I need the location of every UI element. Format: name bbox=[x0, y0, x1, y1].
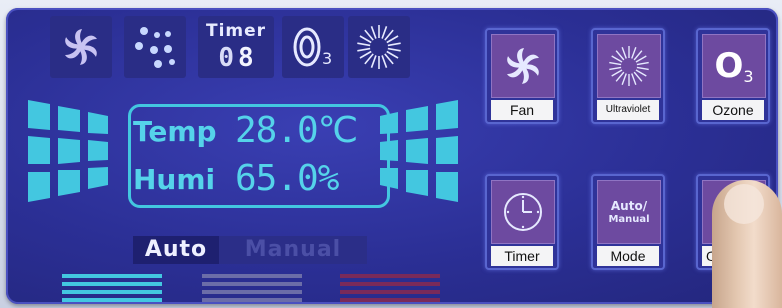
ozone-indicator: 3 bbox=[282, 16, 344, 78]
ultraviolet-button-label: Ultraviolet bbox=[597, 100, 659, 120]
level-bar bbox=[202, 282, 302, 286]
level-bar bbox=[202, 274, 302, 278]
level-bar bbox=[340, 298, 440, 302]
ultraviolet-icon bbox=[609, 46, 649, 86]
level-bar bbox=[62, 282, 162, 286]
fan-indicator bbox=[50, 16, 112, 78]
mode-face-line2: Manual bbox=[608, 213, 650, 225]
ultraviolet-icon bbox=[357, 25, 401, 69]
level-bars-gray bbox=[202, 274, 302, 306]
ozone-button-face: O 3 bbox=[702, 34, 766, 98]
level-bar bbox=[202, 298, 302, 302]
svg-text:3: 3 bbox=[322, 49, 332, 68]
ozone-button-label: Ozone bbox=[702, 100, 764, 120]
control-panel: Timer 0 8 3 Temp 28.0℃ Humi 65.0% Auto M… bbox=[6, 8, 778, 304]
fan-button-face bbox=[491, 34, 555, 98]
readout-panel: Temp 28.0℃ Humi 65.0% bbox=[128, 104, 390, 208]
level-bar bbox=[340, 290, 440, 294]
fan-button[interactable]: Fan bbox=[485, 28, 559, 124]
level-bar bbox=[340, 282, 440, 286]
clock-icon bbox=[504, 193, 542, 231]
timer-digits: 0 8 bbox=[198, 45, 274, 71]
timer-button[interactable]: Timer bbox=[485, 174, 559, 270]
left-speed-segments bbox=[28, 100, 108, 202]
dots-indicator bbox=[124, 16, 186, 78]
timer-digit-2: 8 bbox=[238, 43, 254, 73]
humi-value: 65.0% bbox=[235, 158, 339, 199]
level-bar bbox=[62, 298, 162, 302]
ozone-subscript: 3 bbox=[743, 66, 754, 86]
humi-label: Humi bbox=[133, 163, 216, 196]
ozone-symbol: O bbox=[714, 46, 744, 86]
finger-nail bbox=[724, 184, 764, 224]
ultraviolet-indicator bbox=[348, 16, 410, 78]
ultraviolet-button[interactable]: Ultraviolet bbox=[591, 28, 665, 124]
ozone-icon: 3 bbox=[293, 27, 332, 68]
level-bars-red bbox=[340, 274, 440, 306]
device-frame: Timer 0 8 3 Temp 28.0℃ Humi 65.0% Auto M… bbox=[0, 0, 782, 308]
mode-button-label: Mode bbox=[597, 246, 659, 266]
ozone-button[interactable]: O 3 Ozone bbox=[696, 28, 770, 124]
mode-auto-indicator: Auto bbox=[133, 236, 219, 264]
fan-button-label: Fan bbox=[491, 100, 553, 120]
level-bars-cyan bbox=[62, 274, 162, 306]
mode-button[interactable]: Auto/ Manual Mode bbox=[591, 174, 665, 270]
fan-icon bbox=[65, 29, 97, 65]
timer-digit-1: 0 bbox=[218, 43, 234, 73]
timer-button-label: Timer bbox=[491, 246, 553, 266]
mode-button-face: Auto/ Manual bbox=[597, 180, 661, 244]
ultraviolet-button-face bbox=[597, 34, 661, 98]
timer-indicator: Timer 0 8 bbox=[198, 16, 274, 78]
temp-value: 28.0℃ bbox=[235, 110, 358, 151]
level-bar bbox=[340, 274, 440, 278]
mode-manual-indicator: Manual bbox=[219, 236, 367, 264]
level-bar bbox=[62, 290, 162, 294]
temp-label: Temp bbox=[133, 115, 217, 148]
level-bar bbox=[62, 274, 162, 278]
timer-title: Timer bbox=[205, 21, 267, 41]
fan-icon bbox=[507, 48, 539, 84]
mode-face-line1: Auto/ bbox=[610, 198, 648, 213]
level-bar bbox=[202, 290, 302, 294]
dots-icon bbox=[135, 27, 175, 68]
timer-button-face bbox=[491, 180, 555, 244]
